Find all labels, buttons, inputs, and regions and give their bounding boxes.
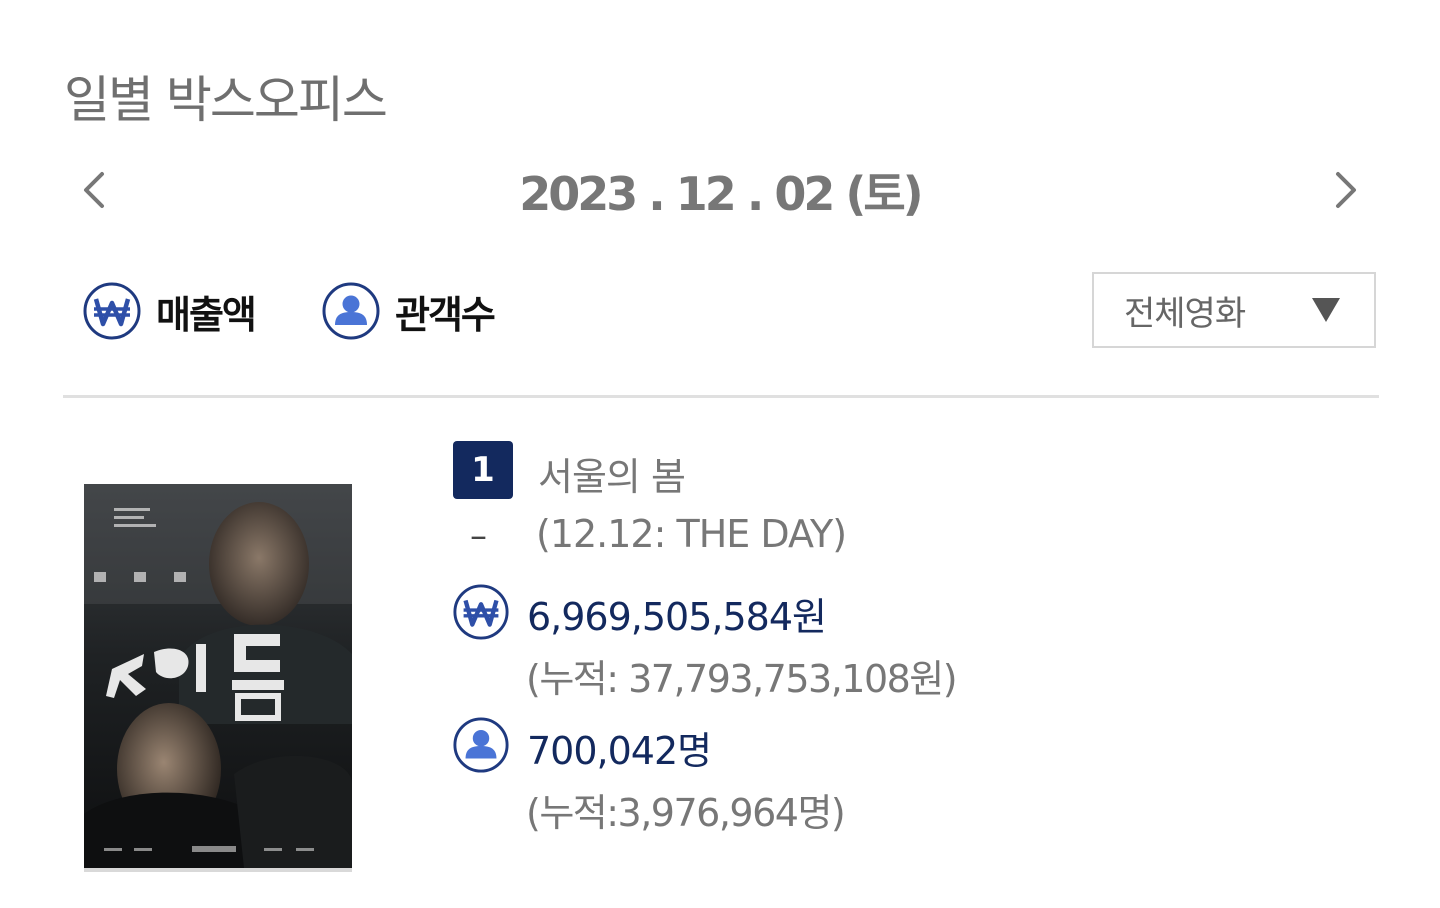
chevron-right-icon <box>1336 172 1356 208</box>
cumulative-revenue: (누적: 37,793,753,108원) <box>526 657 958 701</box>
section-divider <box>63 395 1379 398</box>
triangle-down-icon <box>1312 298 1340 322</box>
audience-toggle-label: 관객수 <box>395 292 496 337</box>
daily-audience: 700,042명 <box>527 729 712 773</box>
movie-english-title: (12.12: THE DAY) <box>536 512 847 556</box>
date-label: 2023 . 12 . 02 (토) <box>519 167 923 221</box>
audience-toggle[interactable]: 관객수 <box>321 281 496 341</box>
page-title: 일별 박스오피스 <box>64 70 388 129</box>
revenue-toggle[interactable]: 매출액 <box>82 281 257 341</box>
won-icon <box>82 281 142 341</box>
daily-revenue: 6,969,505,584원 <box>527 595 827 639</box>
won-icon <box>452 583 510 641</box>
person-icon <box>452 716 510 774</box>
cumulative-audience: (누적:3,976,964명) <box>526 791 846 835</box>
movie-poster[interactable] <box>84 484 352 872</box>
movie-title[interactable]: 서울의 봄 <box>538 446 686 501</box>
rank-badge: 1 <box>453 441 513 499</box>
movie-filter-select[interactable]: 전체영화 <box>1092 272 1376 348</box>
rank-change-indicator: – <box>470 516 487 556</box>
box-office-page: 일별 박스오피스 2023 . 12 . 02 (토) 매출액 관객수 전체영화… <box>0 0 1440 908</box>
person-icon <box>321 281 381 341</box>
movie-filter-value: 전체영화 <box>1124 293 1246 334</box>
next-date-button[interactable] <box>1324 166 1368 214</box>
revenue-toggle-label: 매출액 <box>156 292 257 337</box>
